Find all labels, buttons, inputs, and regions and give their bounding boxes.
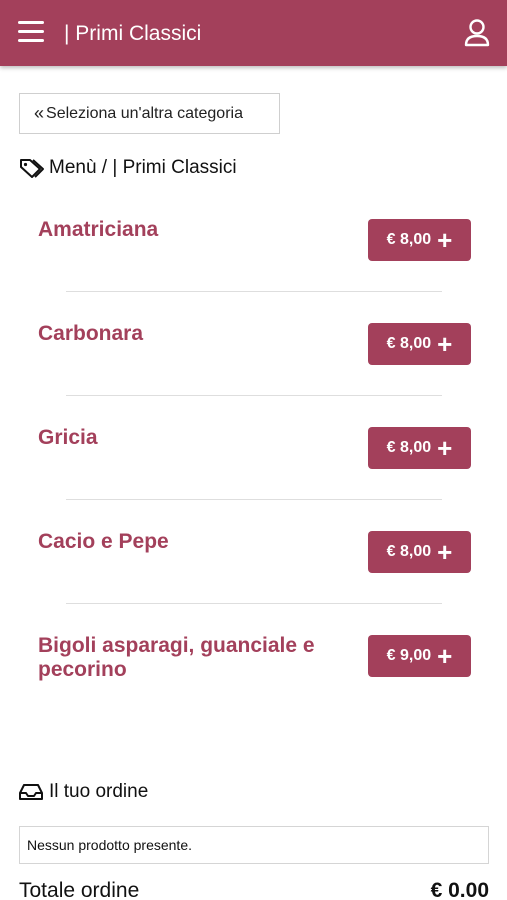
item-price: € 8,00 — [386, 231, 432, 248]
plus-icon: + — [437, 641, 453, 671]
back-to-categories-button[interactable]: « Seleziona un'altra categoria — [19, 93, 280, 134]
add-item-button[interactable]: € 8,00 + — [368, 219, 471, 261]
page-title: | Primi Classici — [64, 22, 202, 45]
divider — [66, 499, 442, 500]
menu-item-name: Gricia — [38, 426, 98, 449]
plus-icon: + — [437, 433, 453, 463]
add-item-button[interactable]: € 9,00 + — [368, 635, 471, 677]
plus-icon: + — [437, 537, 453, 567]
hamburger-icon[interactable] — [18, 21, 44, 43]
order-total-value: € 0.00 — [430, 879, 489, 900]
divider — [66, 291, 442, 292]
item-price: € 8,00 — [386, 335, 432, 352]
back-button-label: Seleziona un'altra categoria — [46, 104, 243, 122]
empty-order-message: Nessun prodotto presente. — [27, 837, 192, 853]
menu-item-name: Bigoli asparagi, guanciale e pecorino — [38, 634, 315, 681]
plus-icon: + — [437, 329, 453, 359]
app-header: | Primi Classici — [0, 0, 507, 66]
add-item-button[interactable]: € 8,00 + — [368, 531, 471, 573]
item-price: € 8,00 — [386, 439, 432, 456]
breadcrumb-text: Menù / | Primi Classici — [49, 157, 237, 178]
order-title-text: Il tuo ordine — [49, 781, 149, 802]
menu-item-name: Cacio e Pepe — [38, 530, 169, 553]
item-price: € 9,00 — [386, 647, 432, 664]
add-item-button[interactable]: € 8,00 + — [368, 427, 471, 469]
plus-icon: + — [437, 225, 453, 255]
inbox-icon — [19, 784, 43, 800]
order-total-label: Totale ordine — [19, 879, 140, 900]
item-price: € 8,00 — [386, 543, 432, 560]
divider — [66, 395, 442, 396]
order-items-box: Nessun prodotto presente. — [19, 826, 489, 864]
add-item-button[interactable]: € 8,00 + — [368, 323, 471, 365]
tag-icon — [20, 159, 44, 178]
menu-item-name: Amatriciana — [38, 218, 159, 241]
divider — [66, 603, 442, 604]
menu-item-name: Carbonara — [38, 322, 144, 345]
order-section-title: Il tuo ordine — [19, 781, 148, 803]
user-icon[interactable] — [463, 18, 491, 48]
breadcrumb: Menù / | Primi Classici — [19, 155, 237, 181]
double-chevron-left-icon: « — [34, 103, 44, 123]
